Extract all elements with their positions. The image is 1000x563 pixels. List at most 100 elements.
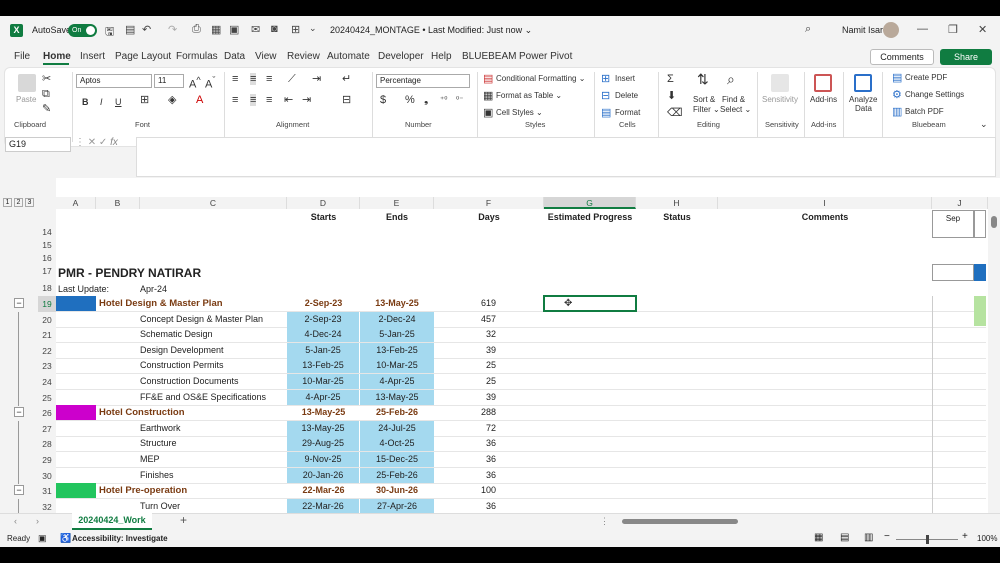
next-sheet-icon[interactable]: ›	[36, 516, 39, 526]
vertical-scroll-thumb[interactable]	[991, 216, 997, 228]
conditional-formatting-button[interactable]: Conditional Formatting ⌄	[496, 74, 585, 83]
formula-input[interactable]	[136, 137, 996, 177]
row-number[interactable]: 17	[38, 265, 56, 278]
row-number[interactable]: 20	[38, 312, 56, 328]
row-number[interactable]: 14	[38, 226, 56, 239]
decrease-indent-icon[interactable]: ⇤	[284, 94, 293, 106]
search-icon[interactable]: ⌕	[805, 23, 811, 36]
batch-pdf-icon[interactable]: ▥	[892, 106, 902, 118]
fx-icon[interactable]: fx	[110, 137, 118, 148]
close-icon[interactable]: ✕	[978, 23, 987, 36]
increase-decimal-icon[interactable]: ⁺⁰	[440, 94, 447, 106]
delete-cells-button[interactable]: Delete	[615, 91, 638, 100]
decrease-font-icon[interactable]: Aˇ	[205, 74, 215, 91]
bold-button[interactable]: B	[82, 96, 89, 108]
row-number[interactable]: 16	[38, 252, 56, 265]
align-center-icon[interactable]: ≡	[250, 94, 257, 106]
format-table-icon[interactable]: ▦	[483, 90, 493, 102]
paste-icon[interactable]	[18, 74, 36, 92]
zoom-in-icon[interactable]: +	[962, 531, 968, 542]
underline-button[interactable]: U	[115, 96, 122, 108]
change-settings-icon[interactable]: ⚙	[892, 89, 902, 101]
tab-insert[interactable]: Insert	[80, 51, 105, 62]
avatar[interactable]	[883, 22, 899, 38]
column-header-d[interactable]: D	[287, 197, 360, 209]
file-icon[interactable]: ▤	[125, 23, 135, 36]
column-header-j[interactable]: J	[932, 197, 988, 209]
decrease-decimal-icon[interactable]: ⁰⁻	[456, 94, 463, 106]
add-ins-icon[interactable]	[814, 74, 832, 92]
tab-file[interactable]: File	[14, 51, 30, 62]
sensitivity-button[interactable]: Sensitivity	[762, 95, 798, 104]
redo-icon[interactable]: ↷	[168, 23, 177, 36]
tab-data[interactable]: Data	[224, 51, 245, 62]
outline-collapse-button[interactable]: −	[14, 407, 24, 417]
row-number[interactable]: 19	[38, 296, 56, 312]
row-number[interactable]: 24	[38, 374, 56, 390]
email-icon[interactable]: ✉	[251, 23, 260, 36]
undo-icon[interactable]: ↶	[142, 23, 151, 36]
comma-button[interactable]: ❟	[424, 94, 428, 106]
name-box[interactable]: G19	[5, 137, 71, 152]
prev-sheet-icon[interactable]: ‹	[14, 516, 17, 526]
insert-cells-button[interactable]: Insert	[615, 74, 635, 83]
row-number[interactable]: 15	[38, 239, 56, 252]
font-name-select[interactable]: Aptos	[76, 74, 152, 88]
column-header-i[interactable]: I	[718, 197, 932, 209]
align-left-icon[interactable]: ≡	[232, 94, 238, 106]
align-middle-icon[interactable]: ≡	[250, 73, 257, 85]
outline-level-1[interactable]: 1	[3, 198, 12, 207]
row-number[interactable]: 26	[38, 405, 56, 421]
sheet-tab-active[interactable]: 20240424_Work	[72, 513, 152, 530]
tab-split-handle[interactable]: ⋮	[600, 516, 609, 527]
restore-icon[interactable]: ❐	[948, 23, 958, 36]
sort-filter-icon[interactable]: ⇅	[697, 72, 709, 86]
pdf-icon[interactable]: ▣	[229, 23, 239, 36]
wrap-text-icon[interactable]: ↵	[342, 73, 351, 85]
outline-level-2[interactable]: 2	[14, 198, 23, 207]
column-header-b[interactable]: B	[96, 197, 140, 209]
row-number[interactable]: 21	[38, 327, 56, 343]
document-title[interactable]: 20240424_MONTAGE • Last Modified: Just n…	[330, 25, 532, 36]
format-cells-button[interactable]: Format	[615, 108, 640, 117]
row-number[interactable]: 18	[38, 282, 56, 295]
horizontal-scrollbar[interactable]	[614, 519, 984, 525]
normal-view-icon[interactable]: ▦	[814, 532, 823, 543]
increase-font-icon[interactable]: A^	[189, 74, 201, 91]
page-layout-view-icon[interactable]: ▤	[840, 532, 849, 543]
align-right-icon[interactable]: ≡	[266, 94, 272, 106]
customize-chevron-icon[interactable]: ⌄	[309, 23, 317, 34]
cell-styles-icon[interactable]: ▣	[483, 107, 493, 119]
currency-button[interactable]: $	[380, 94, 386, 106]
autosave-toggle[interactable]: On	[68, 24, 97, 37]
collapse-ribbon-icon[interactable]: ⌄	[980, 118, 988, 130]
italic-button[interactable]: I	[100, 96, 103, 108]
font-color-icon[interactable]: A	[196, 94, 203, 106]
format-painter-icon[interactable]: ✎	[42, 103, 51, 115]
batch-pdf-button[interactable]: Batch PDF	[905, 107, 944, 116]
column-header-f[interactable]: F	[434, 197, 544, 209]
zoom-slider-thumb[interactable]	[926, 535, 929, 544]
create-pdf-button[interactable]: Create PDF	[905, 73, 947, 82]
tab-view[interactable]: View	[255, 51, 277, 62]
print-icon[interactable]: ⎙	[192, 23, 201, 36]
add-sheet-button[interactable]: +	[180, 513, 187, 527]
tab-help[interactable]: Help	[431, 51, 452, 62]
row-number[interactable]: 27	[38, 421, 56, 437]
conditional-formatting-icon[interactable]: ▤	[483, 73, 493, 85]
vertical-scrollbar[interactable]	[988, 197, 1000, 527]
page-break-view-icon[interactable]: ▥	[864, 532, 873, 543]
align-top-icon[interactable]: ≡	[232, 73, 238, 85]
minimize-icon[interactable]: —	[917, 23, 928, 35]
save-icon[interactable]: 🖫	[105, 23, 114, 42]
data-label[interactable]: Data	[855, 104, 872, 113]
tab-power-pivot[interactable]: Power Pivot	[519, 51, 572, 62]
comments-button[interactable]: Comments	[870, 49, 934, 65]
indent-icon[interactable]: ⇥	[312, 73, 321, 85]
format-as-table-button[interactable]: Format as Table ⌄	[496, 91, 562, 100]
fill-icon[interactable]: ⬇	[667, 90, 676, 102]
sensitivity-icon[interactable]	[771, 74, 789, 92]
tab-home[interactable]: Home	[43, 51, 71, 62]
delete-cells-icon[interactable]: ⊟	[601, 90, 610, 102]
row-number[interactable]: 29	[38, 452, 56, 468]
